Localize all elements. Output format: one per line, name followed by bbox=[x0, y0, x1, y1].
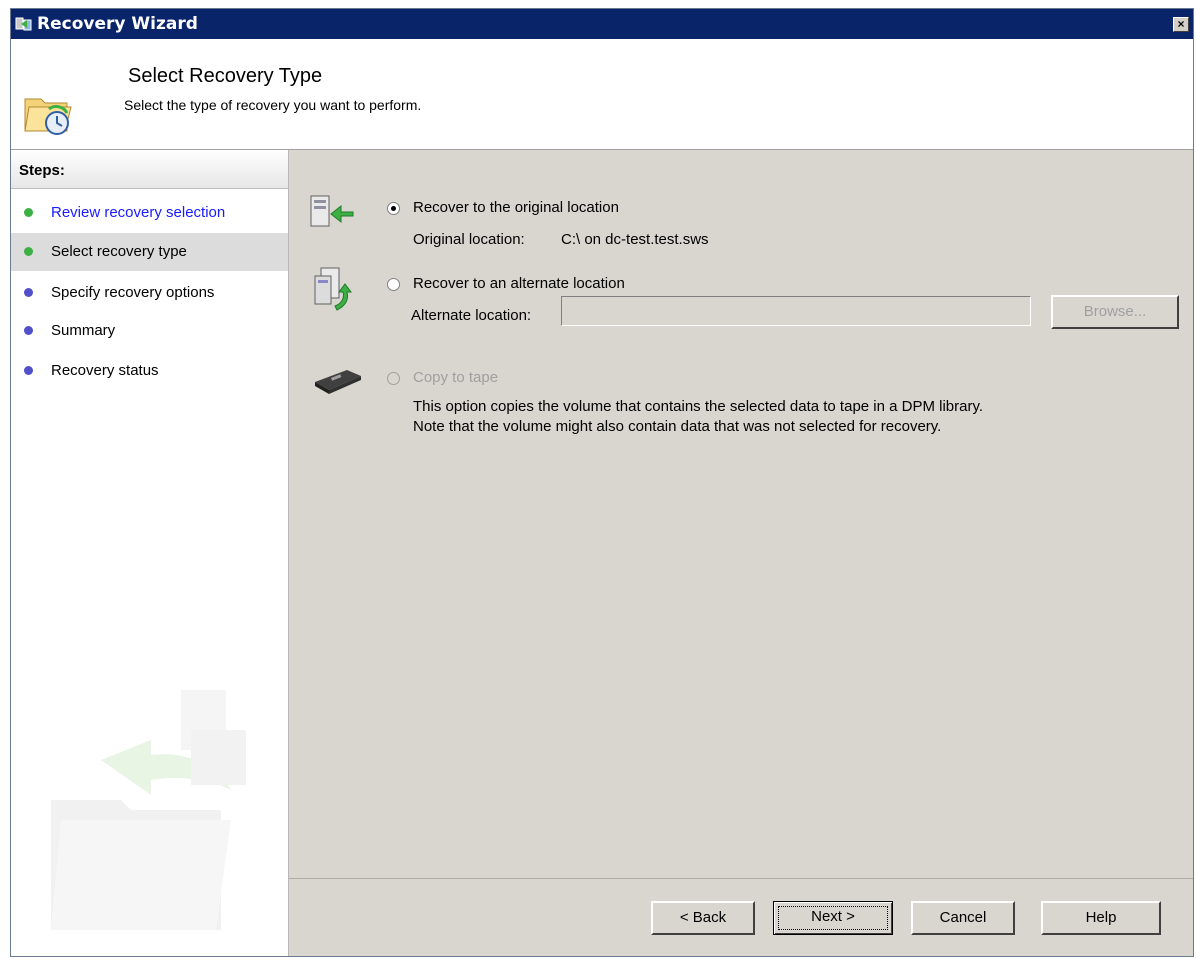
original-location-detail-label: Original location: bbox=[413, 231, 525, 248]
browse-button[interactable]: Browse... bbox=[1051, 295, 1179, 329]
recovery-wizard-window: Recovery Wizard × Select Recovery Type S… bbox=[10, 8, 1194, 957]
next-button[interactable]: Next > bbox=[773, 901, 893, 935]
copy-to-tape-description-1: This option copies the volume that conta… bbox=[413, 398, 984, 415]
options-panel: Recover to the original location Origina… bbox=[289, 150, 1193, 956]
page-title: Select Recovery Type bbox=[128, 65, 323, 87]
step-specify-recovery-options: Specify recovery options bbox=[11, 274, 288, 312]
recovery-app-icon bbox=[15, 17, 32, 31]
step-summary: Summary bbox=[11, 312, 288, 350]
step-select-recovery-type: Select recovery type bbox=[11, 233, 288, 271]
step-label: Specify recovery options bbox=[51, 284, 215, 301]
cancel-button[interactable]: Cancel bbox=[911, 901, 1015, 935]
original-location-label[interactable]: Recover to the original location bbox=[413, 199, 619, 216]
step-label: Select recovery type bbox=[51, 243, 187, 260]
steps-heading-label: Steps: bbox=[19, 162, 65, 179]
wizard-header: Select Recovery Type Select the type of … bbox=[11, 39, 1193, 150]
server-arrow-icon bbox=[310, 195, 354, 227]
copy-to-tape-radio[interactable] bbox=[387, 372, 400, 385]
focus-rectangle bbox=[778, 906, 888, 930]
step-complete-dot-icon bbox=[24, 208, 33, 217]
copy-to-tape-label[interactable]: Copy to tape bbox=[413, 369, 498, 386]
alternate-location-radio[interactable] bbox=[387, 278, 400, 291]
alternate-location-field-label: Alternate location: bbox=[411, 307, 532, 324]
help-button[interactable]: Help bbox=[1041, 901, 1161, 935]
step-pending-dot-icon bbox=[24, 366, 33, 375]
step-current-dot-icon bbox=[24, 247, 33, 256]
title-bar[interactable]: Recovery Wizard × bbox=[11, 9, 1193, 39]
step-pending-dot-icon bbox=[24, 326, 33, 335]
tape-drive-icon bbox=[315, 370, 361, 394]
steps-panel: Steps: Review recovery selection Select … bbox=[11, 150, 289, 956]
options-area: Recover to the original location Origina… bbox=[289, 150, 1193, 878]
back-button[interactable]: < Back bbox=[651, 901, 755, 935]
copy-to-tape-description-2: Note that the volume might also contain … bbox=[413, 418, 942, 435]
page-subtitle: Select the type of recovery you want to … bbox=[124, 97, 422, 113]
original-location-radio[interactable] bbox=[387, 202, 400, 215]
server-transfer-icon bbox=[314, 267, 352, 311]
recovery-watermark-icon bbox=[51, 690, 246, 930]
step-recovery-status: Recovery status bbox=[11, 352, 288, 390]
original-location-value: C:\ on dc-test.test.sws bbox=[561, 231, 709, 248]
step-pending-dot-icon bbox=[24, 288, 33, 297]
folder-clock-icon bbox=[24, 98, 72, 135]
step-label: Review recovery selection bbox=[51, 204, 226, 221]
window-title: Recovery Wizard bbox=[37, 14, 198, 34]
alternate-location-label[interactable]: Recover to an alternate location bbox=[413, 275, 625, 292]
step-label: Recovery status bbox=[51, 362, 159, 379]
steps-heading: Steps: bbox=[11, 150, 288, 189]
button-bar: < Back Next > Cancel Help bbox=[289, 878, 1193, 956]
close-button[interactable]: × bbox=[1173, 17, 1189, 32]
step-label: Summary bbox=[51, 322, 116, 339]
step-review-recovery-selection[interactable]: Review recovery selection bbox=[11, 194, 288, 232]
alternate-location-input[interactable] bbox=[561, 296, 1031, 326]
close-icon: × bbox=[1177, 17, 1185, 31]
